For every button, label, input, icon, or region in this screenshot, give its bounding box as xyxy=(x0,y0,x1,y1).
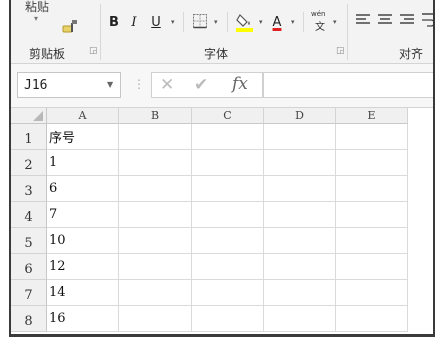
borders-icon[interactable] xyxy=(192,13,208,29)
row-header[interactable]: 4 xyxy=(11,202,47,228)
cell-c2[interactable] xyxy=(192,150,264,176)
column-header-d[interactable]: D xyxy=(264,108,336,124)
column-header-e[interactable]: E xyxy=(336,108,408,124)
cell-b8[interactable] xyxy=(119,306,192,332)
format-painter-icon[interactable] xyxy=(61,18,79,36)
cell-e1[interactable] xyxy=(336,124,408,150)
underline-button[interactable]: U xyxy=(149,12,163,32)
cell-a4[interactable]: 7 xyxy=(47,202,119,228)
cell-c4[interactable] xyxy=(192,202,264,228)
cell-e8[interactable] xyxy=(336,306,408,332)
phonetic-dropdown-icon[interactable]: ▾ xyxy=(333,18,337,26)
font-group-label: 字体 xyxy=(204,47,229,61)
cell-c1[interactable] xyxy=(192,124,264,150)
cell-e7[interactable] xyxy=(336,280,408,306)
cell-a8[interactable]: 16 xyxy=(47,306,119,332)
cell-d3[interactable] xyxy=(264,176,336,202)
paste-button[interactable]: 粘贴 xyxy=(25,0,49,15)
align-middle-icon[interactable] xyxy=(377,13,393,27)
column-header-c[interactable]: C xyxy=(192,108,264,124)
bold-button[interactable]: B xyxy=(107,12,121,32)
group-divider xyxy=(100,4,101,60)
cell-d4[interactable] xyxy=(264,202,336,228)
name-box-dropdown-icon[interactable]: ▼ xyxy=(107,80,113,89)
formula-bar-grip-icon[interactable]: ⋮ xyxy=(133,77,145,91)
ribbon: 粘贴 ▾ 剪贴板 ◲ B I U ▾ ▾ ▾ A ▾ wén 文 ▾ 字体 ◲ … xyxy=(11,0,435,78)
cell-a2[interactable]: 1 xyxy=(47,150,119,176)
cell-c3[interactable] xyxy=(192,176,264,202)
cell-d6[interactable] xyxy=(264,254,336,280)
row-header[interactable]: 6 xyxy=(11,254,47,280)
align-bottom-icon[interactable] xyxy=(399,13,415,27)
font-color-button[interactable]: A xyxy=(269,12,285,32)
divider xyxy=(183,12,184,32)
divider xyxy=(227,12,228,32)
cell-b6[interactable] xyxy=(119,254,192,280)
formula-bar: J16 ▼ ⋮ ✕ ✔ fx xyxy=(11,64,433,108)
fill-color-icon[interactable] xyxy=(235,11,255,33)
borders-dropdown-icon[interactable]: ▾ xyxy=(214,18,218,26)
cell-d2[interactable] xyxy=(264,150,336,176)
enter-icon[interactable]: ✔ xyxy=(194,75,208,95)
cell-c8[interactable] xyxy=(192,306,264,332)
cell-e2[interactable] xyxy=(336,150,408,176)
insert-function-button[interactable]: fx xyxy=(232,74,248,94)
font-launcher-icon[interactable]: ◲ xyxy=(336,46,345,56)
phonetic-top-text: wén xyxy=(311,10,326,18)
underline-dropdown-icon[interactable]: ▾ xyxy=(171,18,175,26)
cell-a1[interactable]: 序号 xyxy=(47,124,119,150)
italic-button[interactable]: I xyxy=(127,12,141,32)
row-header[interactable]: 3 xyxy=(11,176,47,202)
cell-e5[interactable] xyxy=(336,228,408,254)
row-header[interactable]: 5 xyxy=(11,228,47,254)
cell-d1[interactable] xyxy=(264,124,336,150)
fill-color-dropdown-icon[interactable]: ▾ xyxy=(259,18,263,26)
clipboard-group-label: 剪贴板 xyxy=(29,47,66,61)
cell-e3[interactable] xyxy=(336,176,408,202)
cell-d5[interactable] xyxy=(264,228,336,254)
row-header[interactable]: 1 xyxy=(11,124,47,150)
cell-b3[interactable] xyxy=(119,176,192,202)
cell-b5[interactable] xyxy=(119,228,192,254)
cell-a6[interactable]: 12 xyxy=(47,254,119,280)
cancel-icon[interactable]: ✕ xyxy=(160,75,174,95)
cell-c6[interactable] xyxy=(192,254,264,280)
cell-d7[interactable] xyxy=(264,280,336,306)
paste-dropdown-icon[interactable]: ▾ xyxy=(34,14,38,23)
formula-buttons: ✕ ✔ fx xyxy=(151,72,263,98)
clipboard-launcher-icon[interactable]: ◲ xyxy=(89,46,98,56)
select-all-button[interactable] xyxy=(11,108,47,124)
wrap-text-icon[interactable] xyxy=(421,11,435,29)
cell-a5[interactable]: 10 xyxy=(47,228,119,254)
cell-e6[interactable] xyxy=(336,254,408,280)
worksheet-grid: ABCDE 1 序号 2 1 3 6 4 7 5 10 6 12 7 14 8 16 xyxy=(11,108,433,334)
cell-a7[interactable]: 14 xyxy=(47,280,119,306)
column-header-a[interactable]: A xyxy=(47,108,119,124)
cell-b2[interactable] xyxy=(119,150,192,176)
align-top-left-icon[interactable] xyxy=(355,13,371,27)
select-all-triangle-icon xyxy=(33,111,43,121)
cell-b1[interactable] xyxy=(119,124,192,150)
cell-a3[interactable]: 6 xyxy=(47,176,119,202)
phonetic-guide-button[interactable]: 文 xyxy=(315,18,325,33)
excel-window: 粘贴 ▾ 剪贴板 ◲ B I U ▾ ▾ ▾ A ▾ wén 文 ▾ 字体 ◲ … xyxy=(9,0,435,337)
cell-b7[interactable] xyxy=(119,280,192,306)
cell-e4[interactable] xyxy=(336,202,408,228)
cell-c5[interactable] xyxy=(192,228,264,254)
cell-b4[interactable] xyxy=(119,202,192,228)
row-header[interactable]: 7 xyxy=(11,280,47,306)
column-header-b[interactable]: B xyxy=(119,108,192,124)
group-divider xyxy=(347,4,348,60)
cell-c7[interactable] xyxy=(192,280,264,306)
cell-d8[interactable] xyxy=(264,306,336,332)
font-color-dropdown-icon[interactable]: ▾ xyxy=(291,18,295,26)
name-box[interactable]: J16 xyxy=(17,72,121,98)
row-header[interactable]: 8 xyxy=(11,306,47,332)
row-header[interactable]: 2 xyxy=(11,150,47,176)
divider xyxy=(303,12,304,32)
formula-input[interactable] xyxy=(263,72,433,98)
